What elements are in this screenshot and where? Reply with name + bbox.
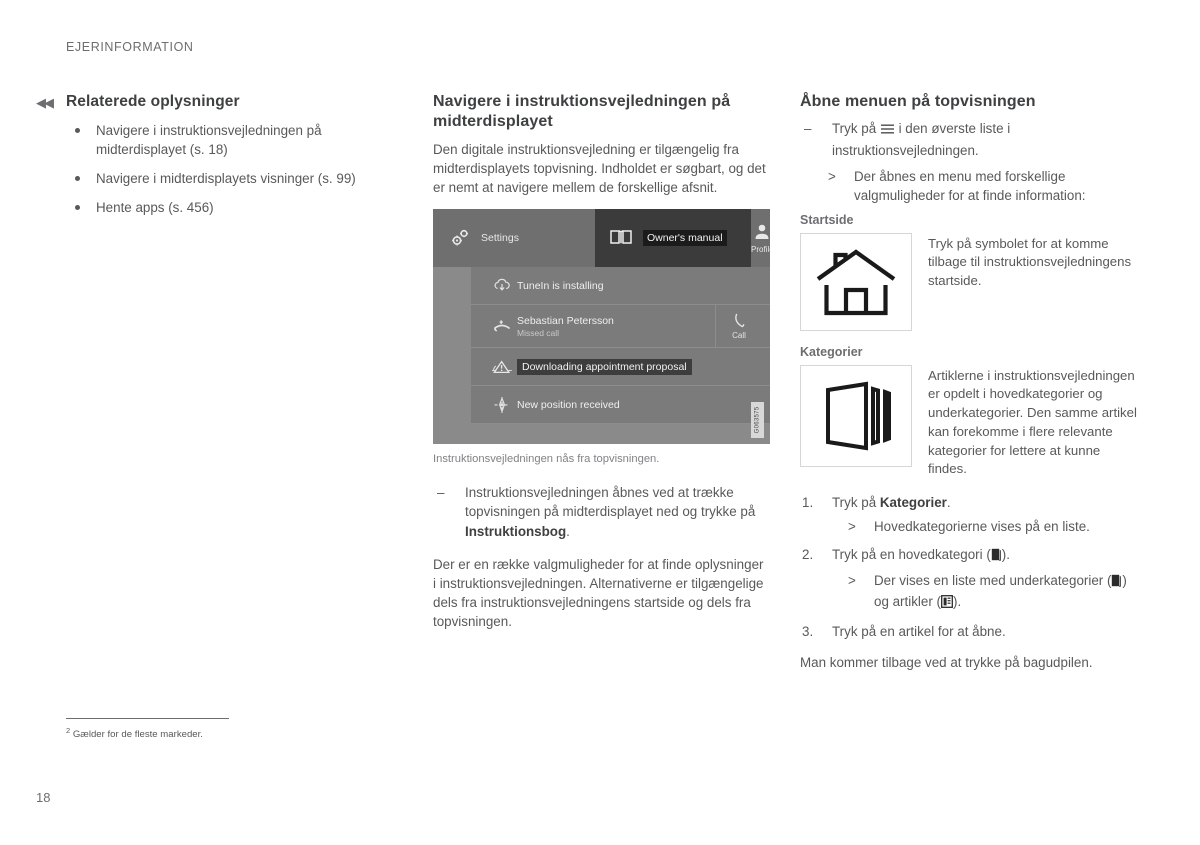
device-tab-owners-manual[interactable]: Owner's manual (595, 209, 751, 268)
warning-car-icon (487, 358, 517, 376)
footnote-body: Gælder for de fleste markeder. (72, 729, 203, 741)
call-button[interactable]: Call (715, 305, 762, 348)
device-tab-settings[interactable]: Settings (433, 209, 595, 267)
footnote: 2 Gælder for de fleste markeder. (66, 718, 236, 742)
step-2-result: Der vises en liste med underkategorier (… (842, 571, 1140, 614)
step-item: Tryk på en hovedkategori (). Der vises e… (800, 545, 1140, 614)
device-notification-list: TuneIn is installing Sebastian Petersson… (471, 267, 770, 444)
related-info-title: Relaterede oplysninger (66, 93, 240, 110)
categories-stack-icon (800, 364, 912, 467)
step-1-result: Hovedkategorierne vises på en liste. (842, 517, 1140, 537)
footnote-marker: 2 (66, 726, 71, 735)
notification-title: Sebastian Petersson (517, 314, 614, 327)
notification-row[interactable]: New position received (471, 386, 770, 425)
notification-title: TuneIn is installing (517, 279, 604, 292)
symbol-heading-startside: Startside (800, 212, 854, 227)
notification-title: Downloading appointment proposal (517, 358, 692, 375)
instruction-text-after: . (566, 523, 570, 539)
step-item: Tryk på Kategorier. Hovedkategorierne vi… (800, 493, 1140, 537)
page-number: 18 (36, 790, 51, 805)
gear-icon (449, 228, 471, 248)
step-2-result-after: ). (952, 594, 962, 610)
related-info-list: Navigere i instruktionsvejledningen på m… (66, 121, 406, 217)
device-tab-owners-manual-label: Owner's manual (643, 230, 727, 247)
right-column: Åbne menuen på topvisningen Tryk på i de… (800, 92, 1140, 684)
home-icon (800, 232, 912, 331)
figure-caption: Instruktionsvejledningen nås fra topvisn… (433, 453, 660, 466)
step-1-bold: Kategorier (879, 495, 947, 511)
notification-row[interactable]: Downloading appointment proposal (471, 348, 770, 387)
instruction-text-before: Instruktionsvejledningen åbnes ved at tr… (465, 485, 756, 520)
list-item[interactable]: Hente apps (s. 456) (66, 198, 406, 217)
book-icon (609, 228, 633, 249)
list-item[interactable]: Navigere i midterdisplayets visninger (s… (66, 169, 406, 188)
call-button-label: Call (732, 330, 746, 340)
hamburger-menu-icon (880, 121, 895, 140)
symbol-text-startside: Tryk på symbolet for at komme tilbage ti… (928, 235, 1132, 289)
list-item[interactable]: Navigere i instruktionsvejledningen på m… (66, 121, 406, 159)
running-header: EJERINFORMATION (66, 40, 194, 54)
symbol-block-startside: Tryk på symbolet for at komme tilbage ti… (800, 232, 1140, 331)
step-1-after: . (946, 495, 951, 511)
device-tab-profile[interactable]: Profile (751, 209, 770, 267)
step-2-result-before: Der vises en liste med underkategorier ( (874, 572, 1112, 588)
center-display-screenshot: Settings Owner's manual Profil TuneIn is… (433, 209, 770, 445)
document-page: EJERINFORMATION ◀◀ Relaterede oplysninge… (0, 0, 1200, 845)
step-text-before: Tryk på (832, 121, 880, 137)
notification-subtitle: Missed call (517, 327, 560, 338)
compass-icon (487, 395, 517, 415)
step-item: Tryk på en artikel for at åbne. (800, 622, 1140, 642)
step-2-after: ). (1001, 546, 1010, 562)
device-tab-settings-label: Settings (481, 232, 519, 245)
phone-icon (733, 313, 746, 330)
page-title: Navigere i instruktionsvejledningen på m… (433, 93, 731, 131)
outro-paragraph: Der er en række valgmuligheder for at fi… (433, 557, 764, 630)
middle-column: Navigere i instruktionsvejledningen på m… (433, 92, 770, 643)
cloud-download-icon (487, 277, 517, 294)
open-menu-title: Åbne menuen på topvisningen (800, 93, 1036, 110)
instruction-dash-item: Instruktionsvejledningen åbnes ved at tr… (433, 483, 770, 541)
notification-row[interactable]: Sebastian Petersson Missed call Call (471, 305, 770, 349)
symbol-block-kategorier: Artiklerne i instruktionsvejledningen er… (800, 364, 1140, 479)
notification-row[interactable]: TuneIn is installing (471, 267, 770, 306)
device-top-bar: Settings Owner's manual Profil (433, 209, 770, 268)
category-page-icon (1111, 573, 1122, 592)
device-tab-profile-label: Profile (751, 244, 770, 254)
open-menu-result: Der åbnes en menu med forskellige valgmu… (822, 167, 1140, 206)
step-2-before: Tryk på en hovedkategori ( (832, 546, 991, 562)
intro-paragraph: Den digitale instruktionsvejledning er t… (433, 141, 766, 195)
figure-image-code: G063575 (751, 402, 764, 439)
notification-title: New position received (517, 398, 620, 411)
footnote-text: 2 Gælder for de fleste markeder. (66, 726, 236, 742)
step-3-text: Tryk på en artikel for at åbne. (832, 623, 1006, 639)
step-1-before: Tryk på (832, 495, 880, 511)
article-page-icon (941, 594, 953, 613)
left-column: Relaterede oplysninger Navigere i instru… (66, 92, 406, 227)
symbol-text-kategorier: Artiklerne i instruktionsvejledningen er… (928, 367, 1137, 477)
back-reference-marker: ◀◀ (36, 95, 54, 110)
symbol-heading-kategorier: Kategorier (800, 344, 863, 359)
missed-call-icon (487, 317, 517, 335)
footnote-rule (66, 718, 229, 719)
person-icon (753, 223, 770, 243)
category-page-icon (991, 547, 1002, 566)
open-menu-step: Tryk på i den øverste liste i instruktio… (800, 119, 1140, 160)
instruction-bold-term: Instruktionsbog (465, 523, 567, 539)
closing-paragraph: Man kommer tilbage ved at trykke på bagu… (800, 654, 1093, 670)
category-steps-list: Tryk på Kategorier. Hovedkategorierne vi… (800, 493, 1140, 641)
